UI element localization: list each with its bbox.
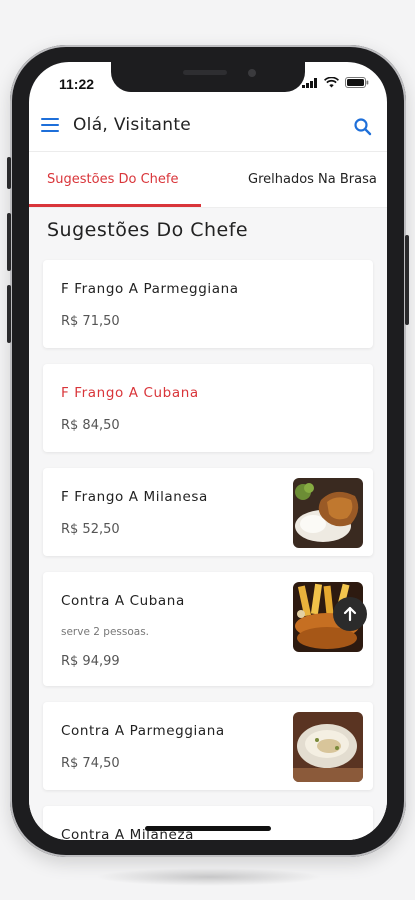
- item-name: Contra A Parmeggiana: [61, 723, 225, 739]
- section-title: Sugestões Do Chefe: [47, 219, 249, 241]
- device-shadow: [95, 868, 323, 886]
- power-button: [405, 235, 409, 325]
- tab-grelhados-na-brasa[interactable]: Grelhados Na Brasa: [230, 152, 387, 207]
- status-icons: [302, 77, 369, 88]
- item-price: R$ 74,50: [61, 756, 120, 771]
- volume-up-button: [7, 213, 11, 271]
- menu-item-card[interactable]: Contra A Cubana serve 2 pessoas. R$ 94,9…: [43, 572, 373, 686]
- greeting-title: Olá, Visitante: [73, 115, 192, 135]
- scroll-to-top-button[interactable]: [333, 597, 367, 631]
- hamburger-menu-icon[interactable]: [41, 118, 59, 132]
- wifi-icon: [324, 77, 339, 88]
- home-indicator[interactable]: [145, 826, 271, 831]
- app-screen: 11:22 Olá, Visitante Sugestões Do Chefe …: [29, 62, 387, 840]
- item-photo: [293, 712, 363, 782]
- menu-content: Sugestões Do Chefe F Frango A Parmeggian…: [29, 208, 387, 840]
- battery-icon: [345, 77, 369, 88]
- menu-item-card[interactable]: F Frango A Parmeggiana R$ 71,50: [43, 260, 373, 348]
- speaker: [183, 70, 227, 75]
- menu-item-card[interactable]: Contra A Parmeggiana R$ 74,50: [43, 702, 373, 790]
- signal-icon: [302, 77, 317, 88]
- item-name: F Frango A Milanesa: [61, 489, 208, 505]
- item-price: R$ 84,50: [61, 418, 120, 433]
- item-photo: [293, 478, 363, 548]
- menu-item-card[interactable]: Contra A Milaneza: [43, 806, 373, 840]
- menu-item-card[interactable]: F Frango A Cubana R$ 84,50: [43, 364, 373, 452]
- front-camera: [248, 69, 256, 77]
- item-name: Contra A Cubana: [61, 593, 185, 609]
- volume-down-button: [7, 285, 11, 343]
- item-name: F Frango A Cubana: [61, 385, 199, 401]
- item-price: R$ 71,50: [61, 314, 120, 329]
- category-tabs: Sugestões Do Chefe Grelhados Na Brasa: [29, 152, 387, 208]
- item-price: R$ 52,50: [61, 522, 120, 537]
- notch: [111, 62, 305, 92]
- item-price: R$ 94,99: [61, 654, 120, 669]
- arrow-up-icon: [343, 606, 357, 622]
- menu-item-card[interactable]: F Frango A Milanesa R$ 52,50: [43, 468, 373, 556]
- search-icon[interactable]: [353, 117, 373, 137]
- app-header: Olá, Visitante: [29, 102, 387, 152]
- active-tab-indicator: [29, 204, 201, 207]
- tab-sugestoes-do-chefe[interactable]: Sugestões Do Chefe: [29, 152, 196, 207]
- item-name: F Frango A Parmeggiana: [61, 281, 239, 297]
- mute-switch: [7, 157, 11, 189]
- item-description: serve 2 pessoas.: [61, 626, 150, 638]
- status-time: 11:22: [59, 76, 95, 92]
